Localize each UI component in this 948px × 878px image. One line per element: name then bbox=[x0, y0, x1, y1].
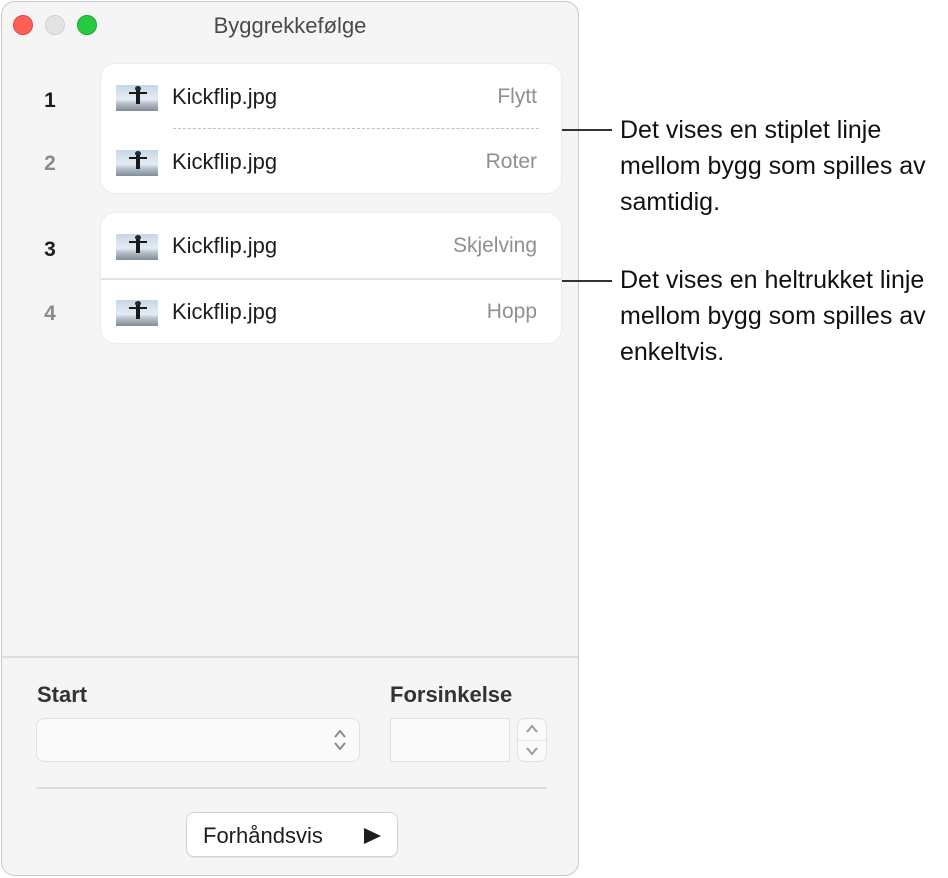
play-icon bbox=[364, 828, 381, 844]
build-file-name: Kickflip.jpg bbox=[172, 299, 278, 324]
start-label: Start bbox=[37, 682, 88, 707]
chevron-down-icon[interactable] bbox=[518, 740, 546, 761]
preview-button-label: Forhåndsvis bbox=[203, 823, 323, 848]
build-number-4: 4 bbox=[44, 302, 56, 325]
build-number-1: 1 bbox=[44, 89, 56, 112]
build-row-2[interactable]: Kickflip.jpg Roter bbox=[101, 129, 561, 193]
callout-dashed: Det vises en stiplet linje mellom bygg s… bbox=[620, 116, 926, 216]
chevron-updown-icon bbox=[331, 726, 349, 754]
build-order-window: Byggrekkefølge 1 2 3 4 Kickflip.jpg Flyt… bbox=[1, 1, 579, 876]
build-number-3: 3 bbox=[44, 238, 56, 261]
titlebar: Byggrekkefølge bbox=[2, 2, 578, 46]
build-effect: Skjelving bbox=[452, 234, 537, 257]
build-group-simultaneous: Kickflip.jpg Flytt Kickflip.jpg Roter bbox=[101, 64, 561, 193]
kickflip-thumbnail-icon bbox=[116, 234, 158, 260]
chevron-up-icon[interactable] bbox=[518, 719, 546, 739]
build-number-2: 2 bbox=[44, 152, 56, 175]
build-row-3[interactable]: Kickflip.jpg Skjelving bbox=[101, 213, 561, 277]
build-group-sequential: Kickflip.jpg Skjelving Kickflip.jpg Hopp bbox=[101, 213, 561, 343]
build-file-name: Kickflip.jpg bbox=[172, 84, 278, 109]
kickflip-thumbnail-icon bbox=[116, 150, 158, 176]
kickflip-thumbnail-icon bbox=[116, 300, 158, 326]
start-select[interactable] bbox=[36, 718, 360, 762]
preview-divider bbox=[36, 787, 547, 789]
window-title: Byggrekkefølge bbox=[213, 13, 367, 38]
callout-line-solid bbox=[562, 280, 612, 282]
callout-solid: Det vises en heltrukket linje mellom byg… bbox=[620, 266, 926, 366]
kickflip-thumbnail-icon bbox=[116, 85, 158, 111]
build-effect: Flytt bbox=[497, 85, 537, 108]
delay-input[interactable] bbox=[390, 718, 510, 762]
preview-button[interactable]: Forhåndsvis bbox=[186, 812, 398, 857]
delay-stepper[interactable] bbox=[517, 718, 547, 762]
build-row-1[interactable]: Kickflip.jpg Flytt bbox=[101, 64, 561, 128]
callout-line-dashed bbox=[562, 129, 612, 131]
build-effect: Hopp bbox=[486, 300, 537, 323]
delay-label: Forsinkelse bbox=[390, 682, 513, 707]
section-divider bbox=[2, 656, 578, 658]
build-effect: Roter bbox=[485, 150, 537, 173]
build-file-name: Kickflip.jpg bbox=[172, 233, 278, 258]
build-file-name: Kickflip.jpg bbox=[172, 149, 278, 174]
build-row-4[interactable]: Kickflip.jpg Hopp bbox=[101, 279, 561, 343]
